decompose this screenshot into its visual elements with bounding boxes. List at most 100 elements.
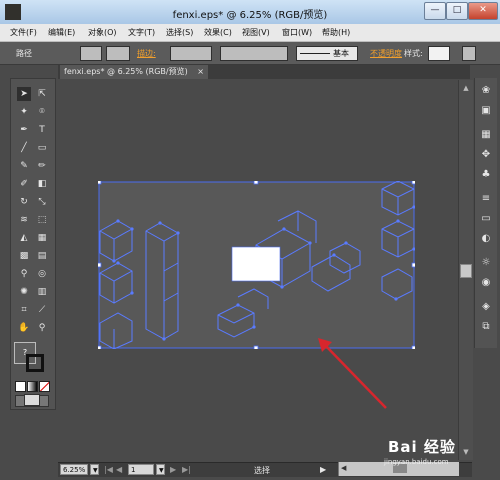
- zoom-field[interactable]: 6.25%: [60, 464, 88, 475]
- transparency-panel-icon[interactable]: ◐: [479, 232, 493, 246]
- scroll-thumb[interactable]: [460, 264, 472, 278]
- next-page-icon[interactable]: ▶: [170, 465, 176, 474]
- last-page-icon[interactable]: ▶|: [182, 465, 191, 474]
- symbols-panel-icon[interactable]: ♣: [479, 168, 493, 182]
- panel-dock: ❀ ▣ ▦ ✥ ♣ ≡ ▭ ◐ ☼ ◉ ◈ ⧉: [474, 78, 497, 348]
- color-mode-icon[interactable]: [15, 381, 26, 392]
- maximize-button[interactable]: □: [446, 2, 468, 20]
- artboards-panel-icon[interactable]: ⧉: [479, 320, 493, 334]
- close-button[interactable]: ✕: [468, 2, 498, 20]
- stroke-panel-icon[interactable]: ≡: [479, 192, 493, 206]
- watermark-url: jingyan.baidu.com: [384, 458, 449, 466]
- pencil-tool-icon[interactable]: ✏: [35, 159, 49, 173]
- scroll-up-icon[interactable]: ▲: [459, 82, 473, 94]
- brushes-panel-icon[interactable]: ✥: [479, 148, 493, 162]
- stroke-color-picker[interactable]: [106, 46, 130, 61]
- width-tool-icon[interactable]: ≋: [17, 213, 31, 227]
- slice-tool-icon[interactable]: ⟋: [35, 303, 49, 317]
- title-bar: fenxi.eps* @ 6.25% (RGB/预览) — □ ✕: [0, 0, 500, 24]
- symbol-sprayer-tool-icon[interactable]: ✺: [17, 285, 31, 299]
- stroke-swatch[interactable]: [26, 354, 44, 372]
- stroke-style-label: 基本: [333, 49, 349, 58]
- pen-tool-icon[interactable]: ✒: [17, 123, 31, 137]
- variable-width-dropdown[interactable]: [220, 46, 288, 61]
- document-tab-label: fenxi.eps* @ 6.25% (RGB/预览): [64, 67, 188, 76]
- menu-type[interactable]: 文字(T): [128, 27, 155, 38]
- shape-builder-tool-icon[interactable]: ◭: [17, 231, 31, 245]
- none-slash: [40, 382, 49, 391]
- gradient-mode-icon[interactable]: [27, 381, 38, 392]
- menu-edit[interactable]: 编辑(E): [48, 27, 75, 38]
- tools-panel: ➤ ⇱ ✦ ⌾ ✒ T ╱ ▭ ✎ ✏ ✐ ◧ ↻ ⤡ ≋ ⬚ ◭ ▦ ▩ ▤ …: [10, 78, 56, 410]
- rotate-tool-icon[interactable]: ↻: [17, 195, 31, 209]
- page-dropdown-icon[interactable]: ▼: [156, 464, 165, 475]
- minimize-button[interactable]: —: [424, 2, 446, 20]
- layers-panel-icon[interactable]: ◈: [479, 300, 493, 314]
- eraser-tool-icon[interactable]: ◧: [35, 177, 49, 191]
- document-tab-bar: fenxi.eps* @ 6.25% (RGB/预览) ×: [58, 65, 470, 79]
- stroke-label[interactable]: 描边:: [137, 48, 156, 59]
- menu-file[interactable]: 文件(F): [10, 27, 37, 38]
- graphic-styles-panel-icon[interactable]: ◉: [479, 276, 493, 290]
- status-menu-icon[interactable]: ▶: [320, 465, 326, 474]
- white-rectangle: [231, 246, 281, 282]
- zoom-tool-icon[interactable]: ⚲: [35, 321, 49, 335]
- gradient-tool-icon[interactable]: ▤: [35, 249, 49, 263]
- menu-bar: 文件(F) 编辑(E) 对象(O) 文字(T) 选择(S) 效果(C) 视图(V…: [0, 24, 500, 42]
- graphic-style-picker[interactable]: [428, 46, 450, 61]
- object-type-label: 路径: [16, 49, 32, 58]
- selection-tool-icon[interactable]: ➤: [17, 87, 31, 101]
- menu-object[interactable]: 对象(O): [88, 27, 117, 38]
- column-graph-tool-icon[interactable]: ▥: [35, 285, 49, 299]
- stroke-weight-input[interactable]: [170, 46, 212, 61]
- gradient-panel-icon[interactable]: ▭: [479, 212, 493, 226]
- first-page-icon[interactable]: |◀: [104, 465, 113, 474]
- opacity-label[interactable]: 不透明度: [370, 48, 402, 59]
- annotation-arrow-line: [323, 343, 387, 409]
- vertical-scrollbar[interactable]: ▲ ▼: [458, 80, 473, 460]
- color-panel-icon[interactable]: ❀: [479, 84, 493, 98]
- line-tool-icon[interactable]: ╱: [17, 141, 31, 155]
- menu-help[interactable]: 帮助(H): [322, 27, 350, 38]
- artboard-tool-icon[interactable]: ⌗: [17, 303, 31, 317]
- blob-brush-tool-icon[interactable]: ✐: [17, 177, 31, 191]
- menu-window[interactable]: 窗口(W): [282, 27, 312, 38]
- baidu-jingyan-watermark: Bai 经验 jingyan.baidu.com: [384, 430, 494, 470]
- menu-select[interactable]: 选择(S): [166, 27, 193, 38]
- rectangle-tool-icon[interactable]: ▭: [35, 141, 49, 155]
- blend-tool-icon[interactable]: ◎: [35, 267, 49, 281]
- fill-stroke-swatch[interactable]: ?: [14, 342, 50, 376]
- type-tool-icon[interactable]: T: [35, 123, 49, 137]
- artwork-svg: [96, 179, 417, 351]
- perspective-grid-tool-icon[interactable]: ▦: [35, 231, 49, 245]
- paintbrush-tool-icon[interactable]: ✎: [17, 159, 31, 173]
- document-setup-button[interactable]: [462, 46, 476, 61]
- stroke-line-preview: [300, 53, 330, 54]
- document-tab[interactable]: fenxi.eps* @ 6.25% (RGB/预览) ×: [60, 65, 208, 79]
- screen-mode-icon[interactable]: [24, 394, 40, 406]
- page-field[interactable]: 1: [128, 464, 154, 475]
- menu-effect[interactable]: 效果(C): [204, 27, 232, 38]
- free-transform-tool-icon[interactable]: ⬚: [35, 213, 49, 227]
- menu-view[interactable]: 视图(V): [242, 27, 270, 38]
- swatches-panel-icon[interactable]: ▦: [479, 128, 493, 142]
- magic-wand-tool-icon[interactable]: ✦: [17, 105, 31, 119]
- prev-page-icon[interactable]: ◀: [116, 465, 122, 474]
- watermark-logo: Bai 经验: [388, 438, 456, 456]
- eyedropper-tool-icon[interactable]: ⚲: [17, 267, 31, 281]
- stroke-style-dropdown[interactable]: 基本: [296, 46, 358, 61]
- fill-color-picker[interactable]: [80, 46, 102, 61]
- zoom-dropdown-icon[interactable]: ▼: [90, 464, 99, 475]
- style-label: 样式:: [404, 49, 423, 58]
- artboard[interactable]: [96, 179, 417, 351]
- color-guide-icon[interactable]: ▣: [479, 104, 493, 118]
- hand-tool-icon[interactable]: ✋: [17, 321, 31, 335]
- none-mode-icon[interactable]: [39, 381, 50, 392]
- scroll-left-icon[interactable]: ◀: [341, 464, 346, 472]
- lasso-tool-icon[interactable]: ⌾: [35, 105, 49, 119]
- mesh-tool-icon[interactable]: ▩: [17, 249, 31, 263]
- direct-selection-tool-icon[interactable]: ⇱: [35, 87, 49, 101]
- close-tab-icon[interactable]: ×: [197, 65, 204, 78]
- appearance-panel-icon[interactable]: ☼: [479, 256, 493, 270]
- scale-tool-icon[interactable]: ⤡: [35, 195, 49, 209]
